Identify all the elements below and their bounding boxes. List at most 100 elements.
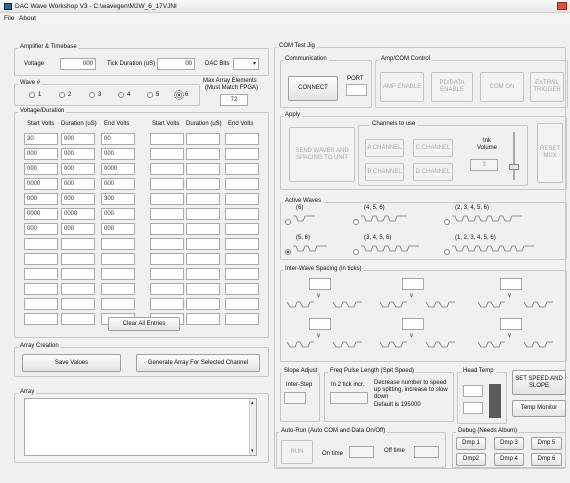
vd-cell[interactable] <box>24 298 58 310</box>
vd-cell[interactable]: 000 <box>61 133 95 145</box>
vd-cell[interactable] <box>225 298 259 310</box>
vd-cell[interactable] <box>150 223 184 235</box>
vd-cell[interactable]: 000 <box>61 148 95 160</box>
vd-cell[interactable] <box>225 193 259 205</box>
wave-radio-6[interactable] <box>174 90 184 100</box>
save-values-button[interactable]: Save Values <box>22 354 121 372</box>
off-time-input[interactable] <box>414 446 439 458</box>
vd-cell[interactable]: 000 <box>61 163 95 175</box>
vd-cell[interactable] <box>24 283 58 295</box>
vd-cell[interactable] <box>150 298 184 310</box>
spacing-input[interactable] <box>402 318 424 330</box>
on-time-input[interactable] <box>349 446 374 458</box>
vd-cell[interactable] <box>186 223 220 235</box>
head-temp-input-2[interactable] <box>463 402 483 414</box>
vd-cell[interactable] <box>186 133 220 145</box>
com-on-button[interactable]: COM ON <box>480 72 524 102</box>
vd-cell[interactable] <box>225 148 259 160</box>
vd-cell[interactable] <box>150 193 184 205</box>
vd-cell[interactable] <box>225 163 259 175</box>
generate-array-button[interactable]: Generate Array For Selected Channel <box>136 354 260 372</box>
ink-volume-input[interactable]: 3 <box>470 159 498 171</box>
vd-cell[interactable]: 000 <box>61 223 95 235</box>
clear-all-button[interactable]: Clear All Entries <box>108 317 180 331</box>
vd-cell[interactable] <box>225 208 259 220</box>
vd-cell[interactable] <box>225 268 259 280</box>
vd-cell[interactable]: 0000 <box>24 178 58 190</box>
vd-cell[interactable] <box>101 268 135 280</box>
vd-cell[interactable] <box>186 268 220 280</box>
vd-cell[interactable] <box>225 253 259 265</box>
vd-cell[interactable]: 0000 <box>24 208 58 220</box>
vd-cell[interactable] <box>61 253 95 265</box>
dac-bits-select[interactable]: ▾ <box>233 58 259 70</box>
vd-cell[interactable] <box>186 253 220 265</box>
vd-cell[interactable] <box>186 193 220 205</box>
vd-cell[interactable] <box>150 148 184 160</box>
wave-radio-3[interactable] <box>89 92 95 98</box>
wave-radio-2[interactable] <box>59 92 65 98</box>
dmp4-button[interactable]: Dmp 4 <box>494 453 524 466</box>
active-wave-radio-2[interactable] <box>353 219 359 225</box>
dmp1-button[interactable]: Dmp 1 <box>456 437 486 450</box>
active-wave-radio-5[interactable] <box>353 249 359 255</box>
vd-cell[interactable] <box>186 163 220 175</box>
reset-mux-button[interactable]: RESET MUX <box>537 123 563 183</box>
vd-cell[interactable]: 00 <box>101 133 135 145</box>
vd-cell[interactable]: 000 <box>101 178 135 190</box>
b-channel-button[interactable]: B CHANNEL <box>365 163 404 181</box>
vd-cell[interactable] <box>101 238 135 250</box>
menu-file[interactable]: File <box>4 15 14 22</box>
spacing-input[interactable] <box>309 318 331 330</box>
temp-monitor-button[interactable]: Temp Monitor <box>512 400 566 417</box>
active-wave-radio-6[interactable] <box>444 249 450 255</box>
vd-cell[interactable] <box>150 283 184 295</box>
d-channel-button[interactable]: D CHANNEL <box>413 163 453 181</box>
vd-cell[interactable] <box>186 313 220 325</box>
wave-radio-4[interactable] <box>118 92 124 98</box>
tick-duration-input[interactable]: 00 <box>157 58 195 70</box>
external-trigger-button[interactable]: EXTRNL TRIGGER <box>530 72 564 102</box>
wave-radio-1[interactable] <box>29 92 35 98</box>
scroll-up-icon[interactable]: ▴ <box>251 400 254 406</box>
vd-cell[interactable] <box>61 313 95 325</box>
vd-cell[interactable] <box>61 238 95 250</box>
voltage-input[interactable]: 000 <box>60 58 96 70</box>
menu-about[interactable]: About <box>19 15 36 22</box>
vd-cell[interactable] <box>24 253 58 265</box>
a-channel-button[interactable]: A CHANNEL <box>365 139 404 157</box>
vd-cell[interactable]: 000 <box>61 193 95 205</box>
vd-cell[interactable] <box>150 178 184 190</box>
vd-cell[interactable]: 000 <box>101 208 135 220</box>
vd-cell[interactable] <box>150 268 184 280</box>
vd-cell[interactable] <box>186 283 220 295</box>
active-wave-radio-1[interactable] <box>285 219 291 225</box>
vd-cell[interactable] <box>225 238 259 250</box>
vd-cell[interactable] <box>186 208 220 220</box>
inter-step-input[interactable] <box>284 392 306 404</box>
vd-cell[interactable] <box>150 163 184 175</box>
run-button[interactable]: RUN <box>281 440 313 464</box>
vd-cell[interactable]: 0000 <box>101 163 135 175</box>
scroll-down-icon[interactable]: ▾ <box>251 448 254 454</box>
vd-cell[interactable] <box>150 208 184 220</box>
wave-radio-5[interactable] <box>147 92 153 98</box>
spacing-input[interactable] <box>500 278 522 290</box>
vd-cell[interactable] <box>186 238 220 250</box>
active-wave-radio-3[interactable] <box>444 219 450 225</box>
c-channel-button[interactable]: C CHANNEL <box>413 139 453 157</box>
vd-cell[interactable] <box>24 313 58 325</box>
vd-cell[interactable] <box>101 283 135 295</box>
vd-cell[interactable] <box>186 298 220 310</box>
scrollbar[interactable]: ▴ ▾ <box>249 399 256 455</box>
head-temp-input-1[interactable] <box>463 385 483 397</box>
vd-cell[interactable]: 000 <box>24 223 58 235</box>
spacing-input[interactable] <box>402 278 424 290</box>
spacing-input[interactable] <box>500 318 522 330</box>
vd-cell[interactable] <box>101 298 135 310</box>
vd-cell[interactable]: 000 <box>24 163 58 175</box>
vd-cell[interactable]: 000 <box>24 148 58 160</box>
dmp5-button[interactable]: Dmp 5 <box>531 437 562 450</box>
active-wave-radio-4[interactable] <box>285 249 291 255</box>
send-waves-button[interactable]: SEND WAVES AND SPACING TO UNIT <box>289 127 355 182</box>
